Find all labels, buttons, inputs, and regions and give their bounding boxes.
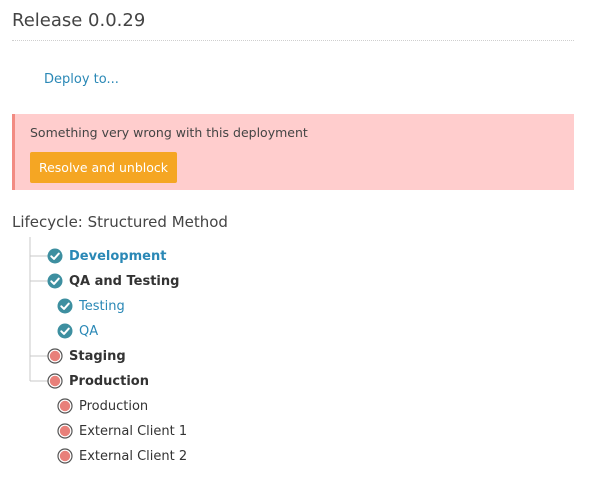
environment-label: Testing bbox=[79, 298, 125, 314]
pending-dot-icon bbox=[47, 348, 63, 364]
phase-label: Staging bbox=[69, 348, 126, 364]
phase-production[interactable]: Production bbox=[47, 372, 149, 390]
check-circle-icon bbox=[57, 298, 73, 314]
phase-label: QA and Testing bbox=[69, 273, 180, 289]
phase-qa-and-testing[interactable]: QA and Testing bbox=[47, 272, 179, 290]
phase-label: Production bbox=[69, 373, 149, 389]
check-circle-icon bbox=[47, 248, 63, 264]
environment-label: External Client 2 bbox=[79, 448, 188, 464]
phase-label: Development bbox=[69, 248, 167, 264]
environment-label: External Client 1 bbox=[79, 423, 188, 439]
pending-dot-icon bbox=[57, 398, 73, 414]
phase-development[interactable]: Development bbox=[47, 247, 166, 265]
environment-external-client-2[interactable]: External Client 2 bbox=[57, 447, 187, 465]
pending-dot-icon bbox=[47, 373, 63, 389]
check-circle-icon bbox=[57, 323, 73, 339]
environment-label: Production bbox=[79, 398, 149, 414]
environment-qa[interactable]: QA bbox=[57, 322, 98, 340]
environment-external-client-1[interactable]: External Client 1 bbox=[57, 422, 187, 440]
check-circle-icon bbox=[47, 273, 63, 289]
environment-testing[interactable]: Testing bbox=[57, 297, 125, 315]
pending-dot-icon bbox=[57, 448, 73, 464]
phase-staging[interactable]: Staging bbox=[47, 347, 126, 365]
environment-production[interactable]: Production bbox=[57, 397, 148, 415]
pending-dot-icon bbox=[57, 423, 73, 439]
environment-label: QA bbox=[79, 323, 99, 339]
